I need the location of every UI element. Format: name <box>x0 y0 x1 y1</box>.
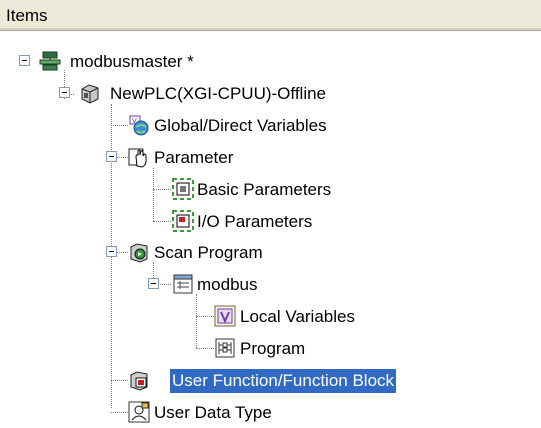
tree-node-user-data-type[interactable]: User Data Type <box>0 400 540 426</box>
collapse-toggle[interactable] <box>148 278 159 289</box>
collapse-toggle[interactable] <box>59 87 70 98</box>
tree-node-modbusmaster[interactable]: modbusmaster * <box>0 49 540 75</box>
plc-cube-icon <box>79 82 101 104</box>
project-tree: modbusmaster * NewPLC(XGI-CPUU)-Offline … <box>0 0 541 428</box>
tree-node-local-variables[interactable]: Local Variables <box>0 304 540 330</box>
tree-node-label: User Function/Function Block <box>170 369 397 393</box>
local-variables-icon <box>214 305 236 327</box>
collapse-toggle[interactable] <box>19 55 30 66</box>
collapse-toggle[interactable] <box>106 151 117 162</box>
tree-node-label: Local Variables <box>240 307 355 326</box>
tree-node-basic-parameters[interactable]: Basic Parameters <box>0 177 540 203</box>
parameter-hand-icon <box>128 146 150 168</box>
tree-node-label: Global/Direct Variables <box>154 116 327 135</box>
tree-node-label: NewPLC(XGI-CPUU)-Offline <box>110 84 327 103</box>
tree-node-label: modbusmaster * <box>70 52 194 71</box>
user-data-type-icon <box>128 401 150 423</box>
tree-node-global-variables[interactable]: V Global/Direct Variables <box>0 113 540 139</box>
scan-program-icon <box>128 241 150 263</box>
tree-node-label: I/O Parameters <box>197 212 313 231</box>
basic-parameter-icon <box>172 178 194 200</box>
tree-node-user-function[interactable]: User Function/Function Block <box>0 368 540 394</box>
tree-node-label: Program <box>240 339 306 358</box>
ladder-program-icon <box>214 337 236 359</box>
tree-node-label: modbus <box>197 275 258 294</box>
program-window-icon <box>172 273 194 295</box>
tree-node-label: Basic Parameters <box>197 180 332 199</box>
tree-node-modbus[interactable]: modbus <box>0 272 540 298</box>
tree-node-parameter[interactable]: Parameter <box>0 145 540 171</box>
io-parameter-icon <box>172 210 194 232</box>
project-network-icon <box>39 50 61 72</box>
global-variables-icon: V <box>128 114 150 136</box>
collapse-toggle[interactable] <box>106 246 117 257</box>
tree-node-program[interactable]: Program <box>0 336 540 362</box>
function-block-icon <box>128 369 150 391</box>
tree-node-label: Parameter <box>154 148 234 167</box>
tree-node-io-parameters[interactable]: I/O Parameters <box>0 209 540 235</box>
tree-node-scan-program[interactable]: Scan Program <box>0 240 540 266</box>
tree-node-label: User Data Type <box>154 403 272 422</box>
tree-node-label: Scan Program <box>154 243 263 262</box>
tree-node-newplc[interactable]: NewPLC(XGI-CPUU)-Offline <box>0 81 540 107</box>
